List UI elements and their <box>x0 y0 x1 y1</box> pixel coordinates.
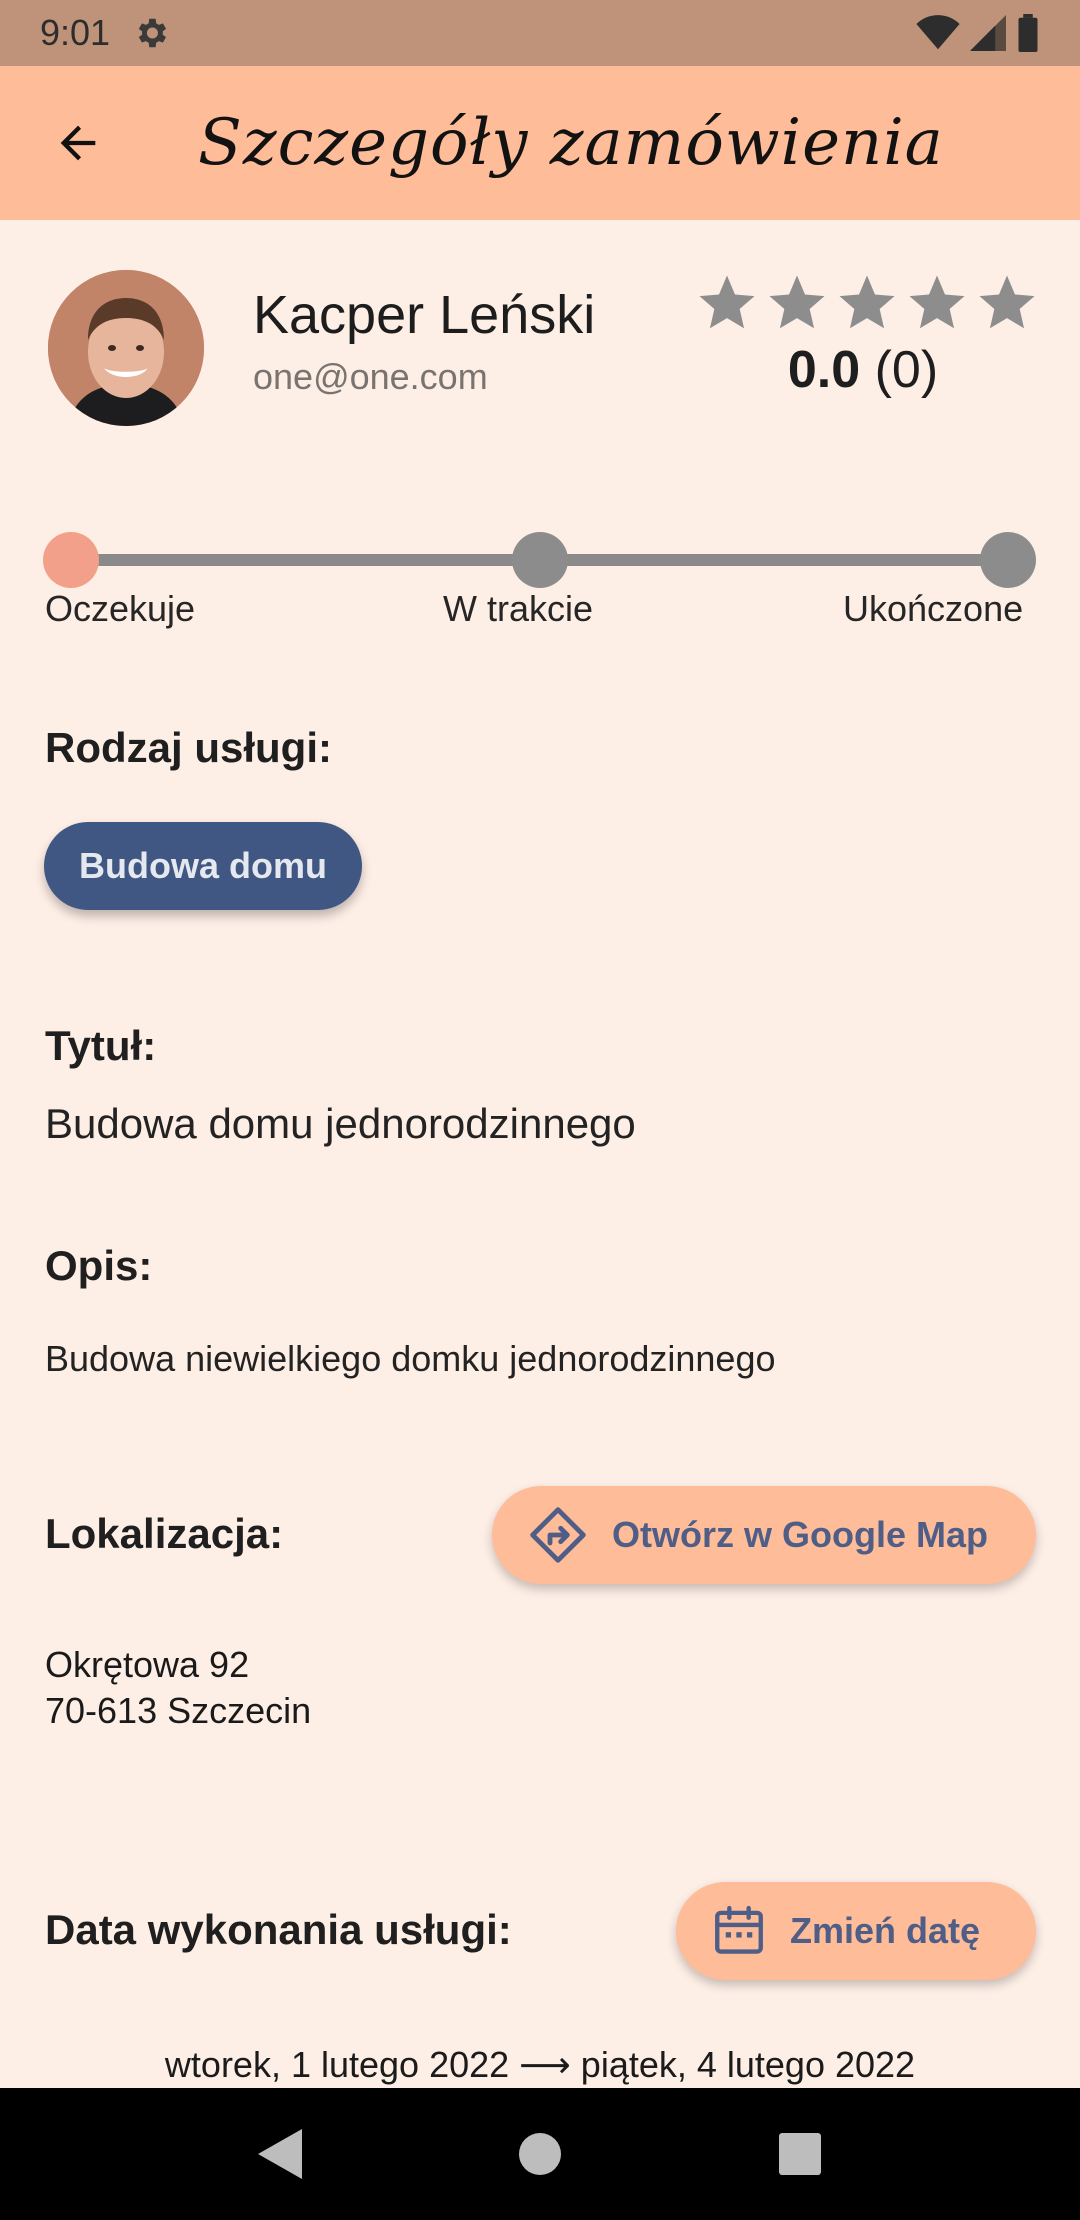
step-dot-in-progress <box>512 532 568 588</box>
rating-summary: 0.0 (0) <box>700 340 1026 400</box>
open-google-map-label: Otwórz w Google Map <box>612 1514 988 1555</box>
app-bar: Szczegóły zamówienia <box>0 66 1080 220</box>
change-date-label: Zmień datę <box>790 1910 981 1951</box>
service-type-label: Rodzaj usługi: <box>45 724 332 771</box>
user-email: one@one.com <box>253 356 488 397</box>
nav-home-button[interactable] <box>500 2114 580 2194</box>
directions-icon <box>530 1507 586 1563</box>
nav-recents-square-icon <box>779 2133 821 2175</box>
star-icon <box>909 275 965 329</box>
cell-signal-icon <box>970 15 1006 51</box>
star-icon <box>979 275 1035 329</box>
change-date-button[interactable]: Zmień datę <box>676 1882 1036 1980</box>
address-street: Okrętowa 92 <box>45 1644 250 1685</box>
rating-stars <box>694 270 1040 336</box>
date-arrow: ⟶ <box>519 2044 571 2085</box>
nav-back-button[interactable] <box>240 2114 320 2194</box>
step-label-pending: Oczekuje <box>45 588 196 629</box>
location-label: Lokalizacja: <box>45 1510 284 1557</box>
step-dot-completed <box>980 532 1036 588</box>
nav-recents-button[interactable] <box>760 2114 840 2194</box>
rating-count: (0) <box>874 341 939 399</box>
address: Okrętowa 92 70-613 Szczecin <box>45 1642 311 1734</box>
status-icons <box>916 14 1040 52</box>
rating-score: 0.0 <box>787 341 861 399</box>
date-start: wtorek, 1 lutego 2022 <box>164 2044 510 2085</box>
battery-icon <box>1018 14 1038 52</box>
star-icon <box>699 275 755 329</box>
description-value: Budowa niewielkiego domku jednorodzinneg… <box>45 1338 776 1379</box>
step-label-completed: Ukończone <box>843 588 1024 629</box>
user-name: Kacper Leński <box>253 285 596 345</box>
nav-back-triangle-icon <box>258 2129 302 2179</box>
arrow-back-icon <box>60 125 96 161</box>
open-google-map-button[interactable]: Otwórz w Google Map <box>492 1486 1036 1584</box>
service-date-range: wtorek, 1 lutego 2022 ⟶ piątek, 4 lutego… <box>0 2044 1080 2086</box>
date-end: piątek, 4 lutego 2022 <box>580 2044 916 2085</box>
service-type-chip[interactable]: Budowa domu <box>44 822 362 910</box>
step-dot-pending <box>43 532 99 588</box>
title-value: Budowa domu jednorodzinnego <box>45 1100 636 1147</box>
nav-home-circle-icon <box>519 2133 561 2175</box>
page-title: Szczegóły zamówienia <box>198 106 944 180</box>
avatar <box>48 270 204 426</box>
back-button[interactable] <box>28 93 128 193</box>
status-bar: 9:01 <box>0 0 1080 66</box>
system-nav-bar <box>0 2088 1080 2220</box>
step-label-in-progress: W trakcie <box>443 588 594 629</box>
status-time: 9:01 <box>40 12 111 53</box>
wifi-icon <box>916 15 960 50</box>
user-photo-icon <box>48 270 204 426</box>
star-icon <box>839 275 895 329</box>
title-label: Tytuł: <box>45 1022 157 1069</box>
calendar-icon <box>715 1905 763 1954</box>
star-icon <box>769 275 825 329</box>
address-city: 70-613 Szczecin <box>45 1690 312 1731</box>
description-label: Opis: <box>45 1242 153 1289</box>
settings-gear-icon <box>138 18 167 48</box>
service-date-label: Data wykonania usługi: <box>45 1906 512 1953</box>
